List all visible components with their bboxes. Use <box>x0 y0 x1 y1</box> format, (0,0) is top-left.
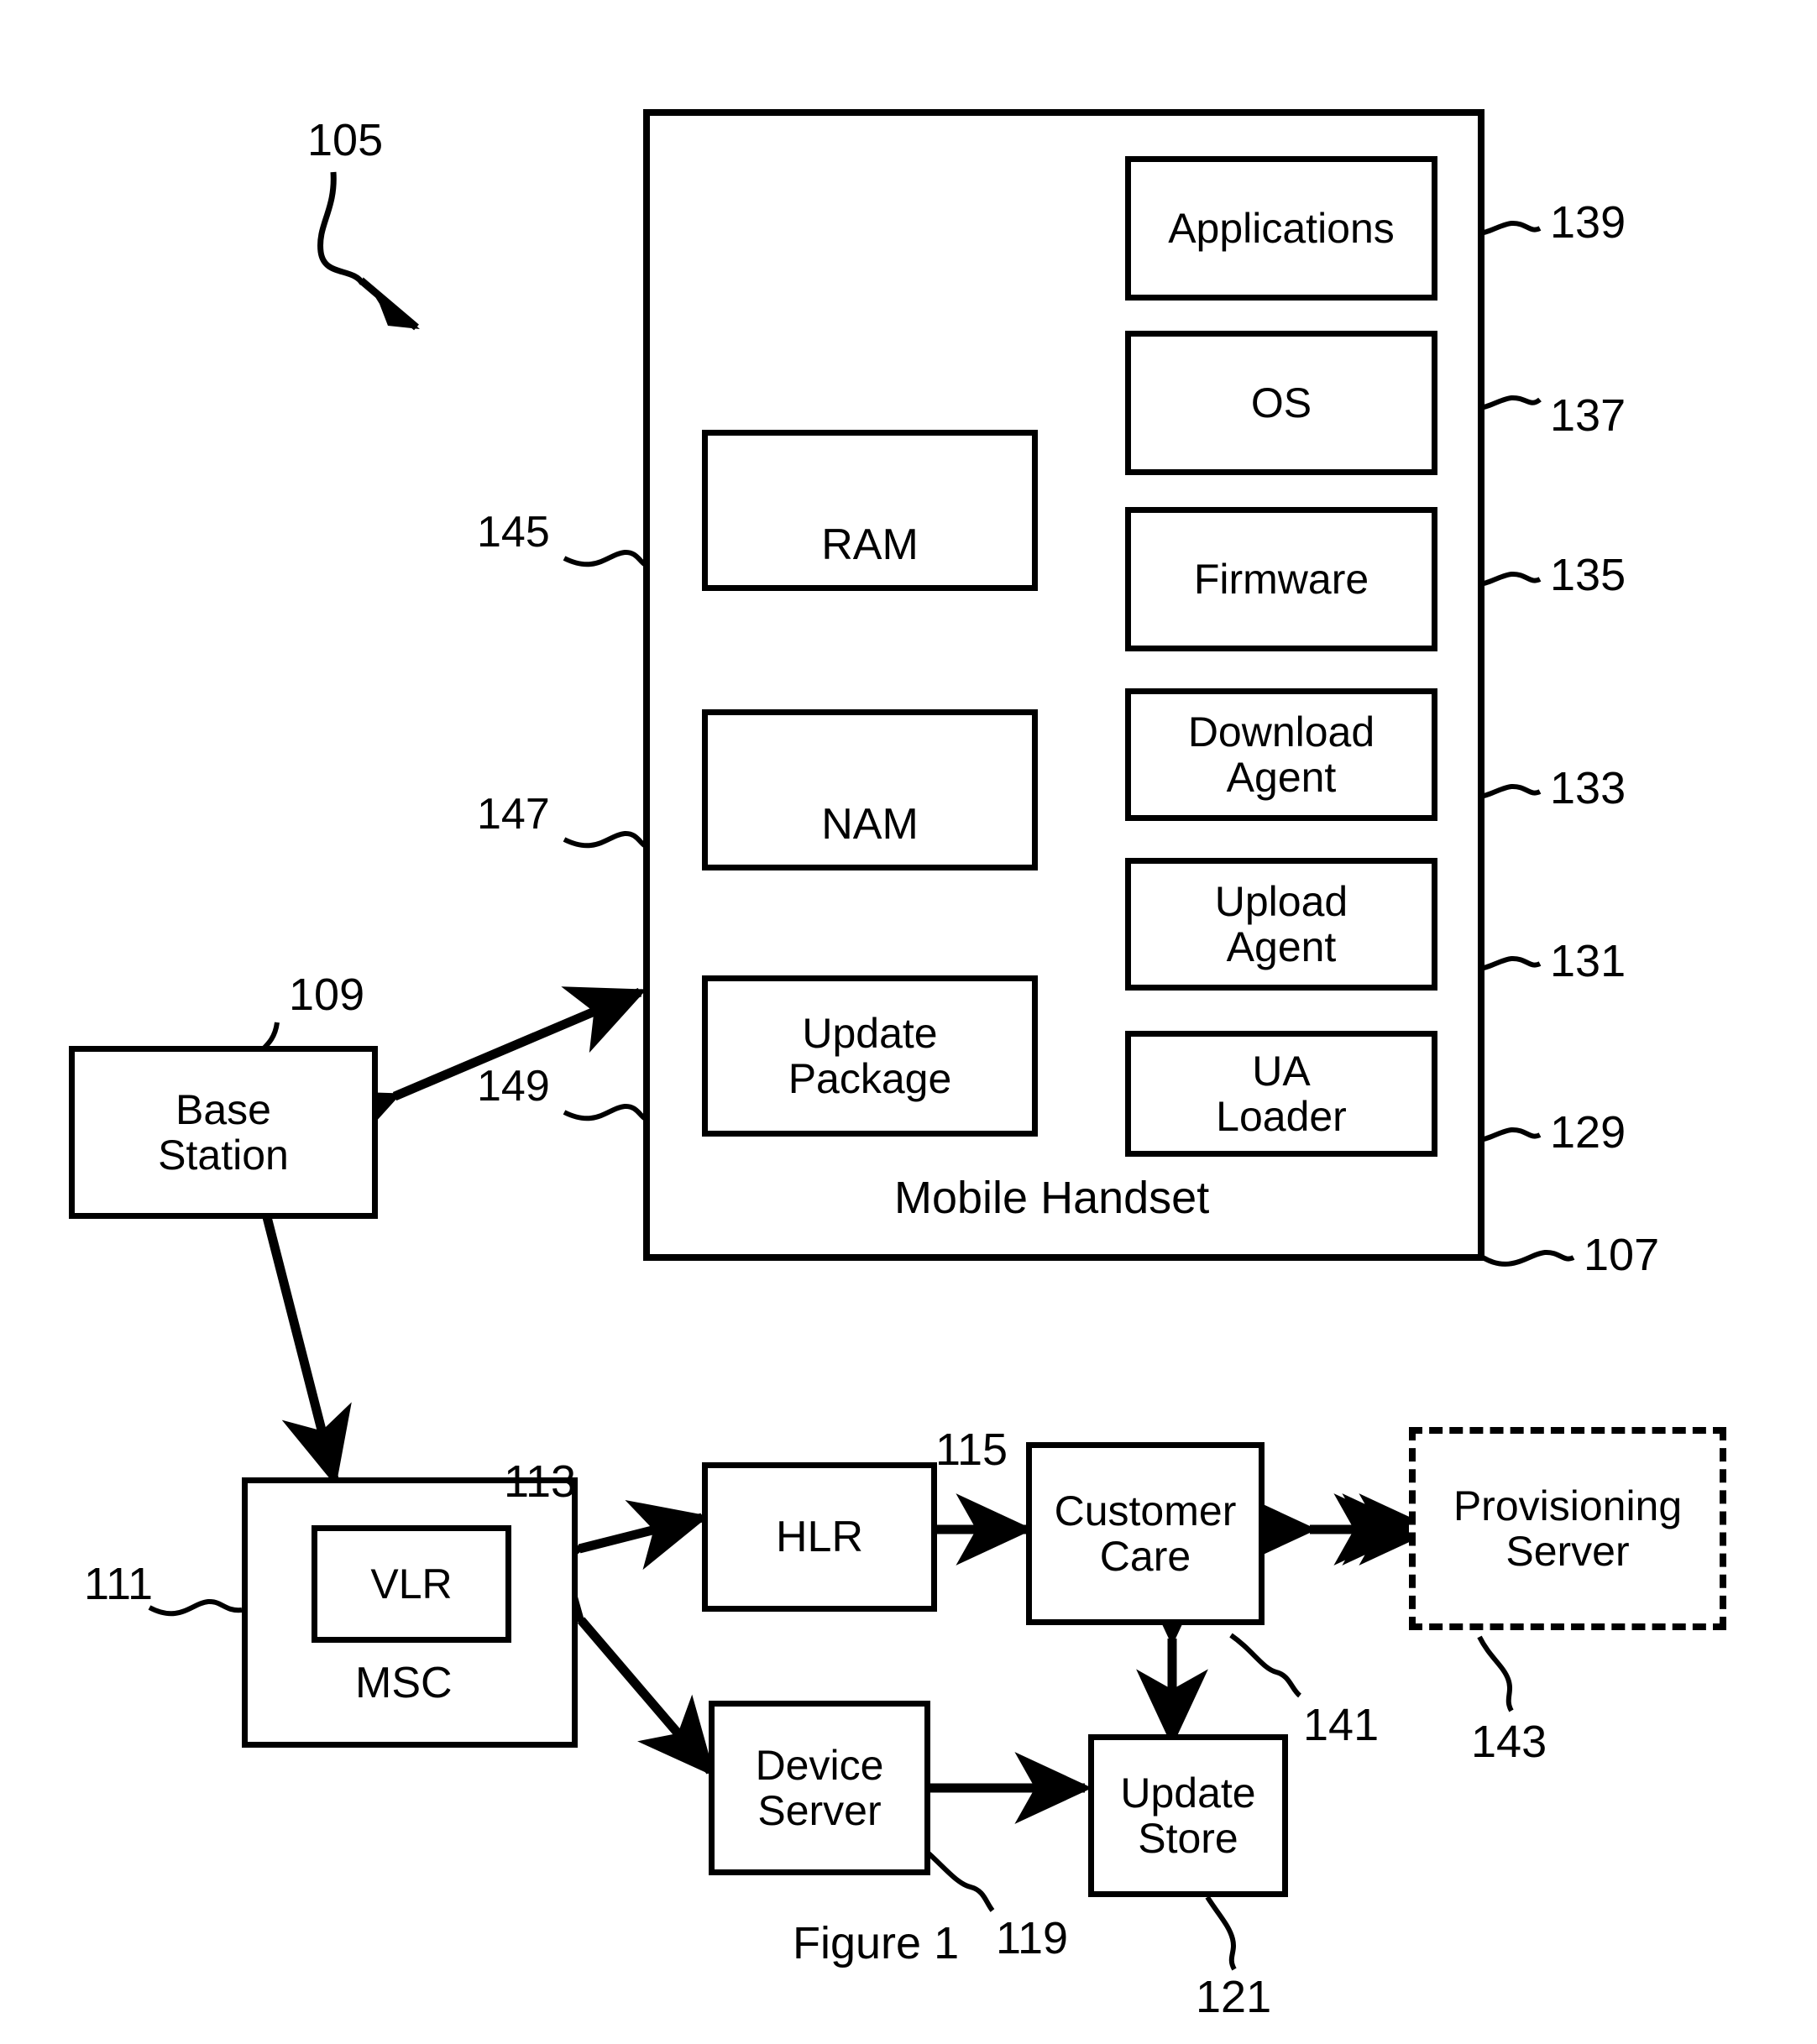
hlr-box: HLR <box>702 1462 937 1612</box>
ref-133: 133 <box>1550 763 1626 813</box>
ref-129: 129 <box>1550 1107 1626 1158</box>
patent-figure-canvas: Mobile Handset RAM NAM Update Package Ap… <box>0 0 1817 2044</box>
ref-145: 145 <box>477 508 550 557</box>
handset-block-applications: Applications <box>1125 156 1437 301</box>
ref-121: 121 <box>1196 1972 1272 2022</box>
provisioning-server-box: Provisioning Server <box>1409 1427 1726 1630</box>
handset-block-ua-loader: UA Loader <box>1125 1031 1437 1157</box>
handset-block-os: OS <box>1125 331 1437 475</box>
vlr-box: VLR <box>312 1525 511 1643</box>
handset-block-firmware: Firmware <box>1125 507 1437 651</box>
ref-115: 115 <box>935 1425 1008 1475</box>
handset-block-update-package: Update Package <box>702 975 1038 1137</box>
ref-139: 139 <box>1550 197 1626 248</box>
handset-block-ram: RAM <box>702 430 1038 591</box>
handset-block-download-agent: Download Agent <box>1125 688 1437 821</box>
device-server-box: Device Server <box>709 1701 930 1875</box>
msc-box: VLR MSC <box>242 1477 578 1748</box>
update-store-box: Update Store <box>1088 1734 1288 1897</box>
handset-block-nam: NAM <box>702 709 1038 870</box>
ref-119: 119 <box>996 1913 1069 1963</box>
ref-143: 143 <box>1471 1717 1547 1767</box>
ref-111: 111 <box>84 1559 154 1609</box>
ref-109: 109 <box>289 970 365 1020</box>
ref-149: 149 <box>477 1062 550 1111</box>
base-station-box: Base Station <box>69 1046 378 1219</box>
handset-block-upload-agent: Upload Agent <box>1125 858 1437 991</box>
ref-137: 137 <box>1550 390 1626 441</box>
ref-107: 107 <box>1584 1230 1660 1280</box>
msc-label: MSC <box>355 1659 453 1707</box>
ref-105: 105 <box>307 115 384 165</box>
figure-caption: Figure 1 <box>793 1918 960 1968</box>
ref-113: 113 <box>504 1456 577 1507</box>
customer-care-box: Customer Care <box>1026 1442 1265 1625</box>
mobile-handset-caption: Mobile Handset <box>894 1173 1210 1223</box>
ref-141: 141 <box>1303 1700 1380 1750</box>
ref-135: 135 <box>1550 550 1626 600</box>
ref-131: 131 <box>1550 936 1626 986</box>
ref-147: 147 <box>477 790 550 839</box>
